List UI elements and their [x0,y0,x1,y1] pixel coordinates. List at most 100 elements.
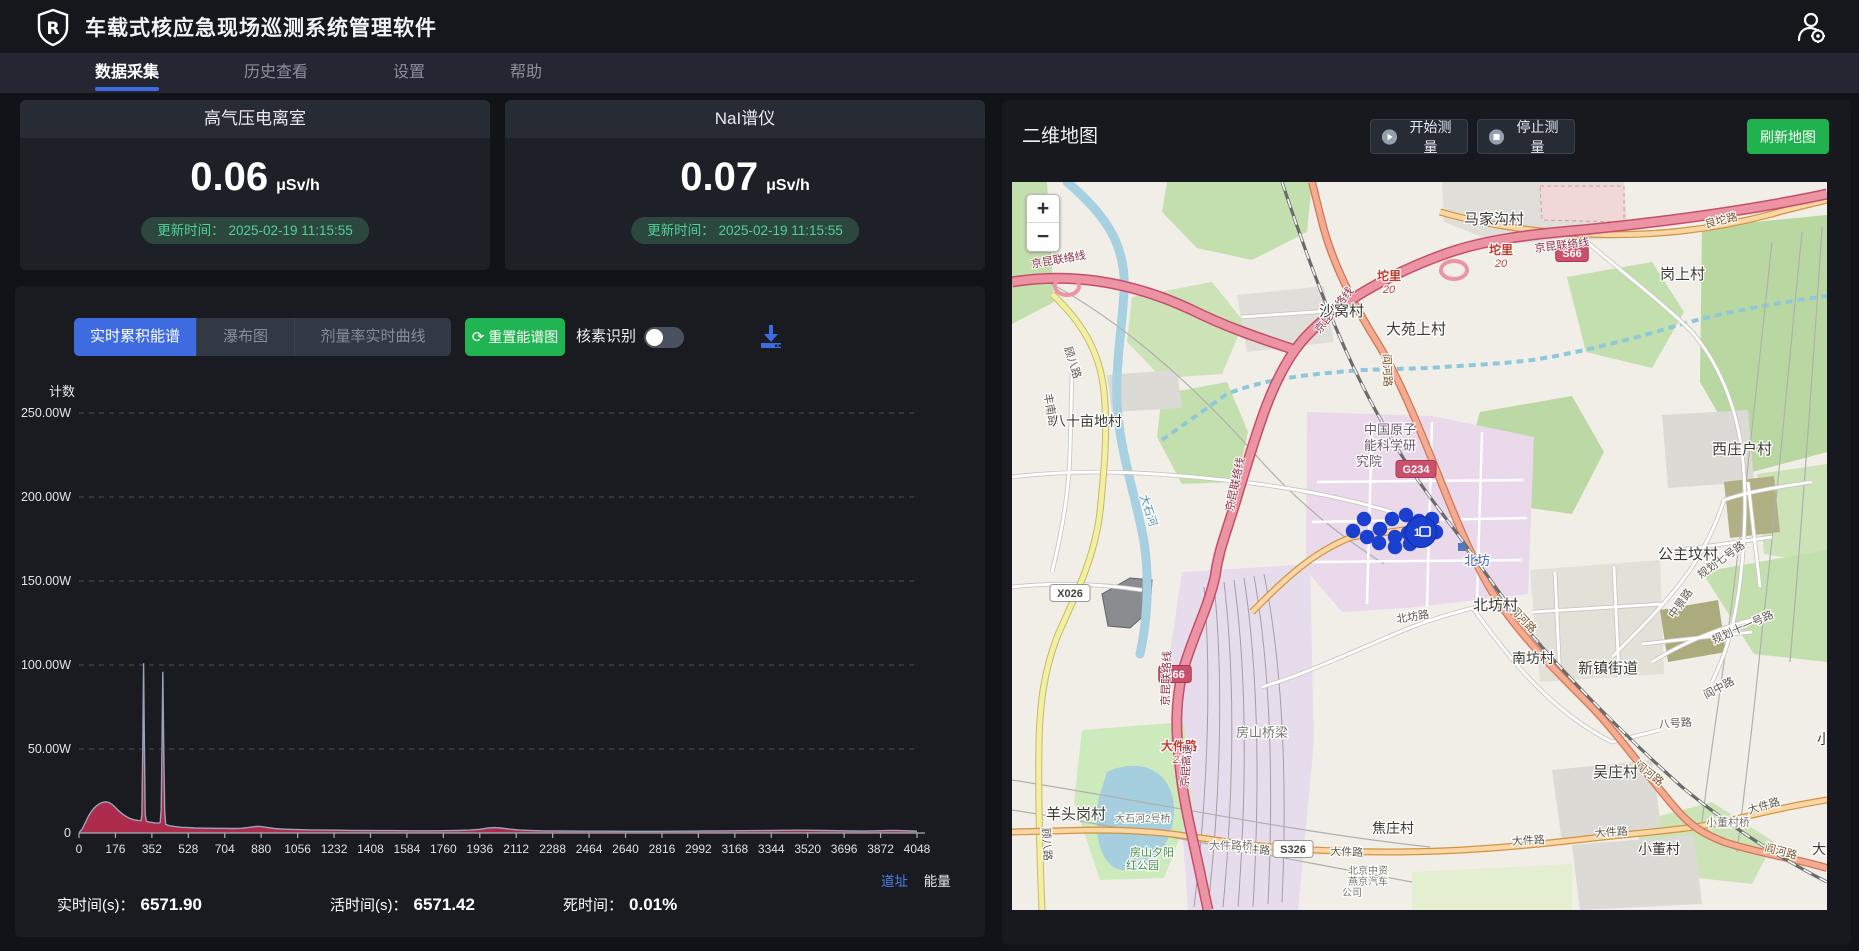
place-name-label: 公主坟村 [1658,546,1718,563]
place-name-label: 新镇街道 [1578,660,1638,677]
track-point[interactable] [1384,511,1400,527]
place-name-label: 大件路桥 [1209,838,1253,852]
app-root: R 车载式核应急现场巡测系统管理软件 数据采集 历史查看 设置 帮助 高气压电离… [0,0,1859,951]
axis-mode-channel[interactable]: 道址 [881,874,908,889]
map-canvas[interactable]: 1 S66 S66 G234 S326 X026 坨里 20 坨里 20 大件路 21 京昆联络线京… [1011,177,1846,912]
place-name-label: 能科学研 [1364,438,1416,453]
place-name-label: 北坊村 [1473,597,1518,614]
tab-settings[interactable]: 设置 [393,53,425,93]
download-icon[interactable] [757,322,785,350]
x-tick-label: 352 [142,842,162,856]
x-tick-label: 0 [76,842,83,856]
dead-time-stat: 死时间： 0.01% [563,895,678,914]
refresh-icon: ⟳ [471,329,485,346]
detector-card-ion-chamber: 高气压电离室 0.06 μSv/h 更新时间： 2025-02-19 11:15:… [20,100,490,270]
track-point[interactable] [1372,521,1388,537]
exit-label: 坨里 [1377,268,1401,283]
x-tick-label: 1232 [321,842,348,856]
detector-name: 高气压电离室 [20,100,490,138]
x-tick-label: 176 [105,842,125,856]
nuclide-id-label: 核素识别 [576,328,637,345]
road-name-label: 大件路 [1511,832,1545,848]
x-tick-label: 4048 [904,842,931,856]
place-name-label: 北坊 [1464,553,1490,568]
place-name-label: 红公园 [1126,859,1159,872]
station-square [1458,543,1466,551]
spectrum-view-tabs: 实时累积能谱 瀑布图 剂量率实时曲线 [74,318,451,356]
y-axis-title: 计数 [49,384,75,399]
place-name-label: 大苑上村 [1386,321,1446,338]
start-measure-button[interactable]: 开始测量 [1370,119,1468,155]
stop-icon [1488,128,1505,145]
track-point[interactable] [1371,535,1387,551]
spectrum-panel: 实时累积能谱 瀑布图 剂量率实时曲线 ⟳ 重置能谱图 核素识别 250.00W 20… [15,286,985,937]
x-tick-label: 3168 [721,842,748,856]
app-header: R 车载式核应急现场巡测系统管理软件 [0,0,1859,53]
svg-text:S326: S326 [1280,844,1306,856]
map-zoom-control: + − [1026,194,1060,252]
x-tick-label: 1936 [466,842,493,856]
place-name-label: 羊头岗村 [1046,806,1106,823]
place-name-label: 房山夕阳 [1130,846,1174,859]
x-tick-label: 3696 [831,842,858,856]
place-name-label: 吴庄村 [1593,763,1638,781]
spectrum-line [78,663,918,834]
tab-help[interactable]: 帮助 [510,53,542,93]
x-tick-label: 880 [251,842,271,856]
tab-realtime-spectrum[interactable]: 实时累积能谱 [74,318,196,356]
shield-logo-icon: R [37,8,69,47]
main-nav: 数据采集 历史查看 设置 帮助 [0,53,1859,93]
zoom-in-button[interactable]: + [1027,195,1059,223]
x-tick-label: 1408 [357,842,384,856]
place-name-label: 大紫 [1812,841,1827,857]
exit-number: 20 [1382,284,1396,296]
place-name-label: 八十亩地村 [1052,413,1122,429]
app-title: 车载式核应急现场巡测系统管理软件 [85,17,437,40]
x-tick-label: 3344 [758,842,785,856]
stop-measure-button[interactable]: 停止测量 [1477,119,1575,155]
road-name-label: 顾八路 [1039,827,1054,861]
x-tick-label: 2288 [539,842,566,856]
map-station [1458,543,1466,551]
road-name-label: 顾八路 [1061,345,1084,380]
place-name-label: 岗上村 [1660,266,1705,283]
x-tick-label: 2816 [649,842,676,856]
tab-waterfall[interactable]: 瀑布图 [196,318,294,356]
dose-rate-value: 0.07 μSv/h [680,155,810,199]
x-tick-label: 528 [178,842,198,856]
x-tick-label: 3520 [794,842,821,856]
track-point[interactable] [1387,539,1403,555]
refresh-map-button[interactable]: 刷新地图 [1747,119,1829,154]
place-name-label: 房山桥梁 [1236,725,1288,740]
y-tick-label: 200.00W [21,490,71,504]
x-tick-label: 1584 [394,842,421,856]
map-svg[interactable]: 1 S66S66G234S326X026坨里20坨里20大件路21 京昆联络线京… [1011,177,1846,912]
spectrum-area [79,663,917,833]
real-time-stat: 实时间(s)： 6571.90 [57,895,202,914]
zoom-out-button[interactable]: − [1027,223,1059,251]
track-point[interactable] [1345,523,1361,539]
place-name-label: 公司 [1342,888,1362,899]
place-name-label: 北京中资 [1348,864,1388,877]
tab-data-collection[interactable]: 数据采集 [95,53,160,93]
map-panel: 二维地图 开始测量 停止测量 刷新地图 1 S66 S66 G234 S326 … [1002,100,1851,945]
place-name-label: 南坊村 [1512,650,1554,666]
place-name-label: 小董村 [1638,841,1680,857]
update-time-badge: 更新时间： 2025-02-19 11:15:55 [141,217,369,244]
y-tick-label: 250.00W [21,406,71,420]
spectrum-chart: 250.00W 200.00W 150.00W 100.00W 50.00W 0 计数 0 17… [21,384,931,856]
track-point[interactable] [1356,511,1372,527]
place-name-label: 究院 [1356,454,1382,469]
x-tick-label: 2112 [503,842,529,856]
tab-history[interactable]: 历史查看 [244,53,308,93]
dose-rate-value: 0.06 μSv/h [190,155,320,199]
reset-spectrum-button[interactable]: ⟳ 重置能谱图 [465,318,565,356]
update-time-badge: 更新时间： 2025-02-19 11:15:55 [631,217,859,244]
cluster-marker[interactable] [1405,516,1437,548]
user-settings-icon[interactable] [1792,10,1828,44]
nuclide-id-toggle[interactable] [644,327,684,348]
place-name-label: 沙窝村 [1319,302,1364,320]
tab-dose-rate-curve[interactable]: 剂量率实时曲线 [294,318,451,356]
place-name-label: 大石河2号桥 [1115,812,1171,825]
axis-mode-energy[interactable]: 能量 [924,874,951,889]
